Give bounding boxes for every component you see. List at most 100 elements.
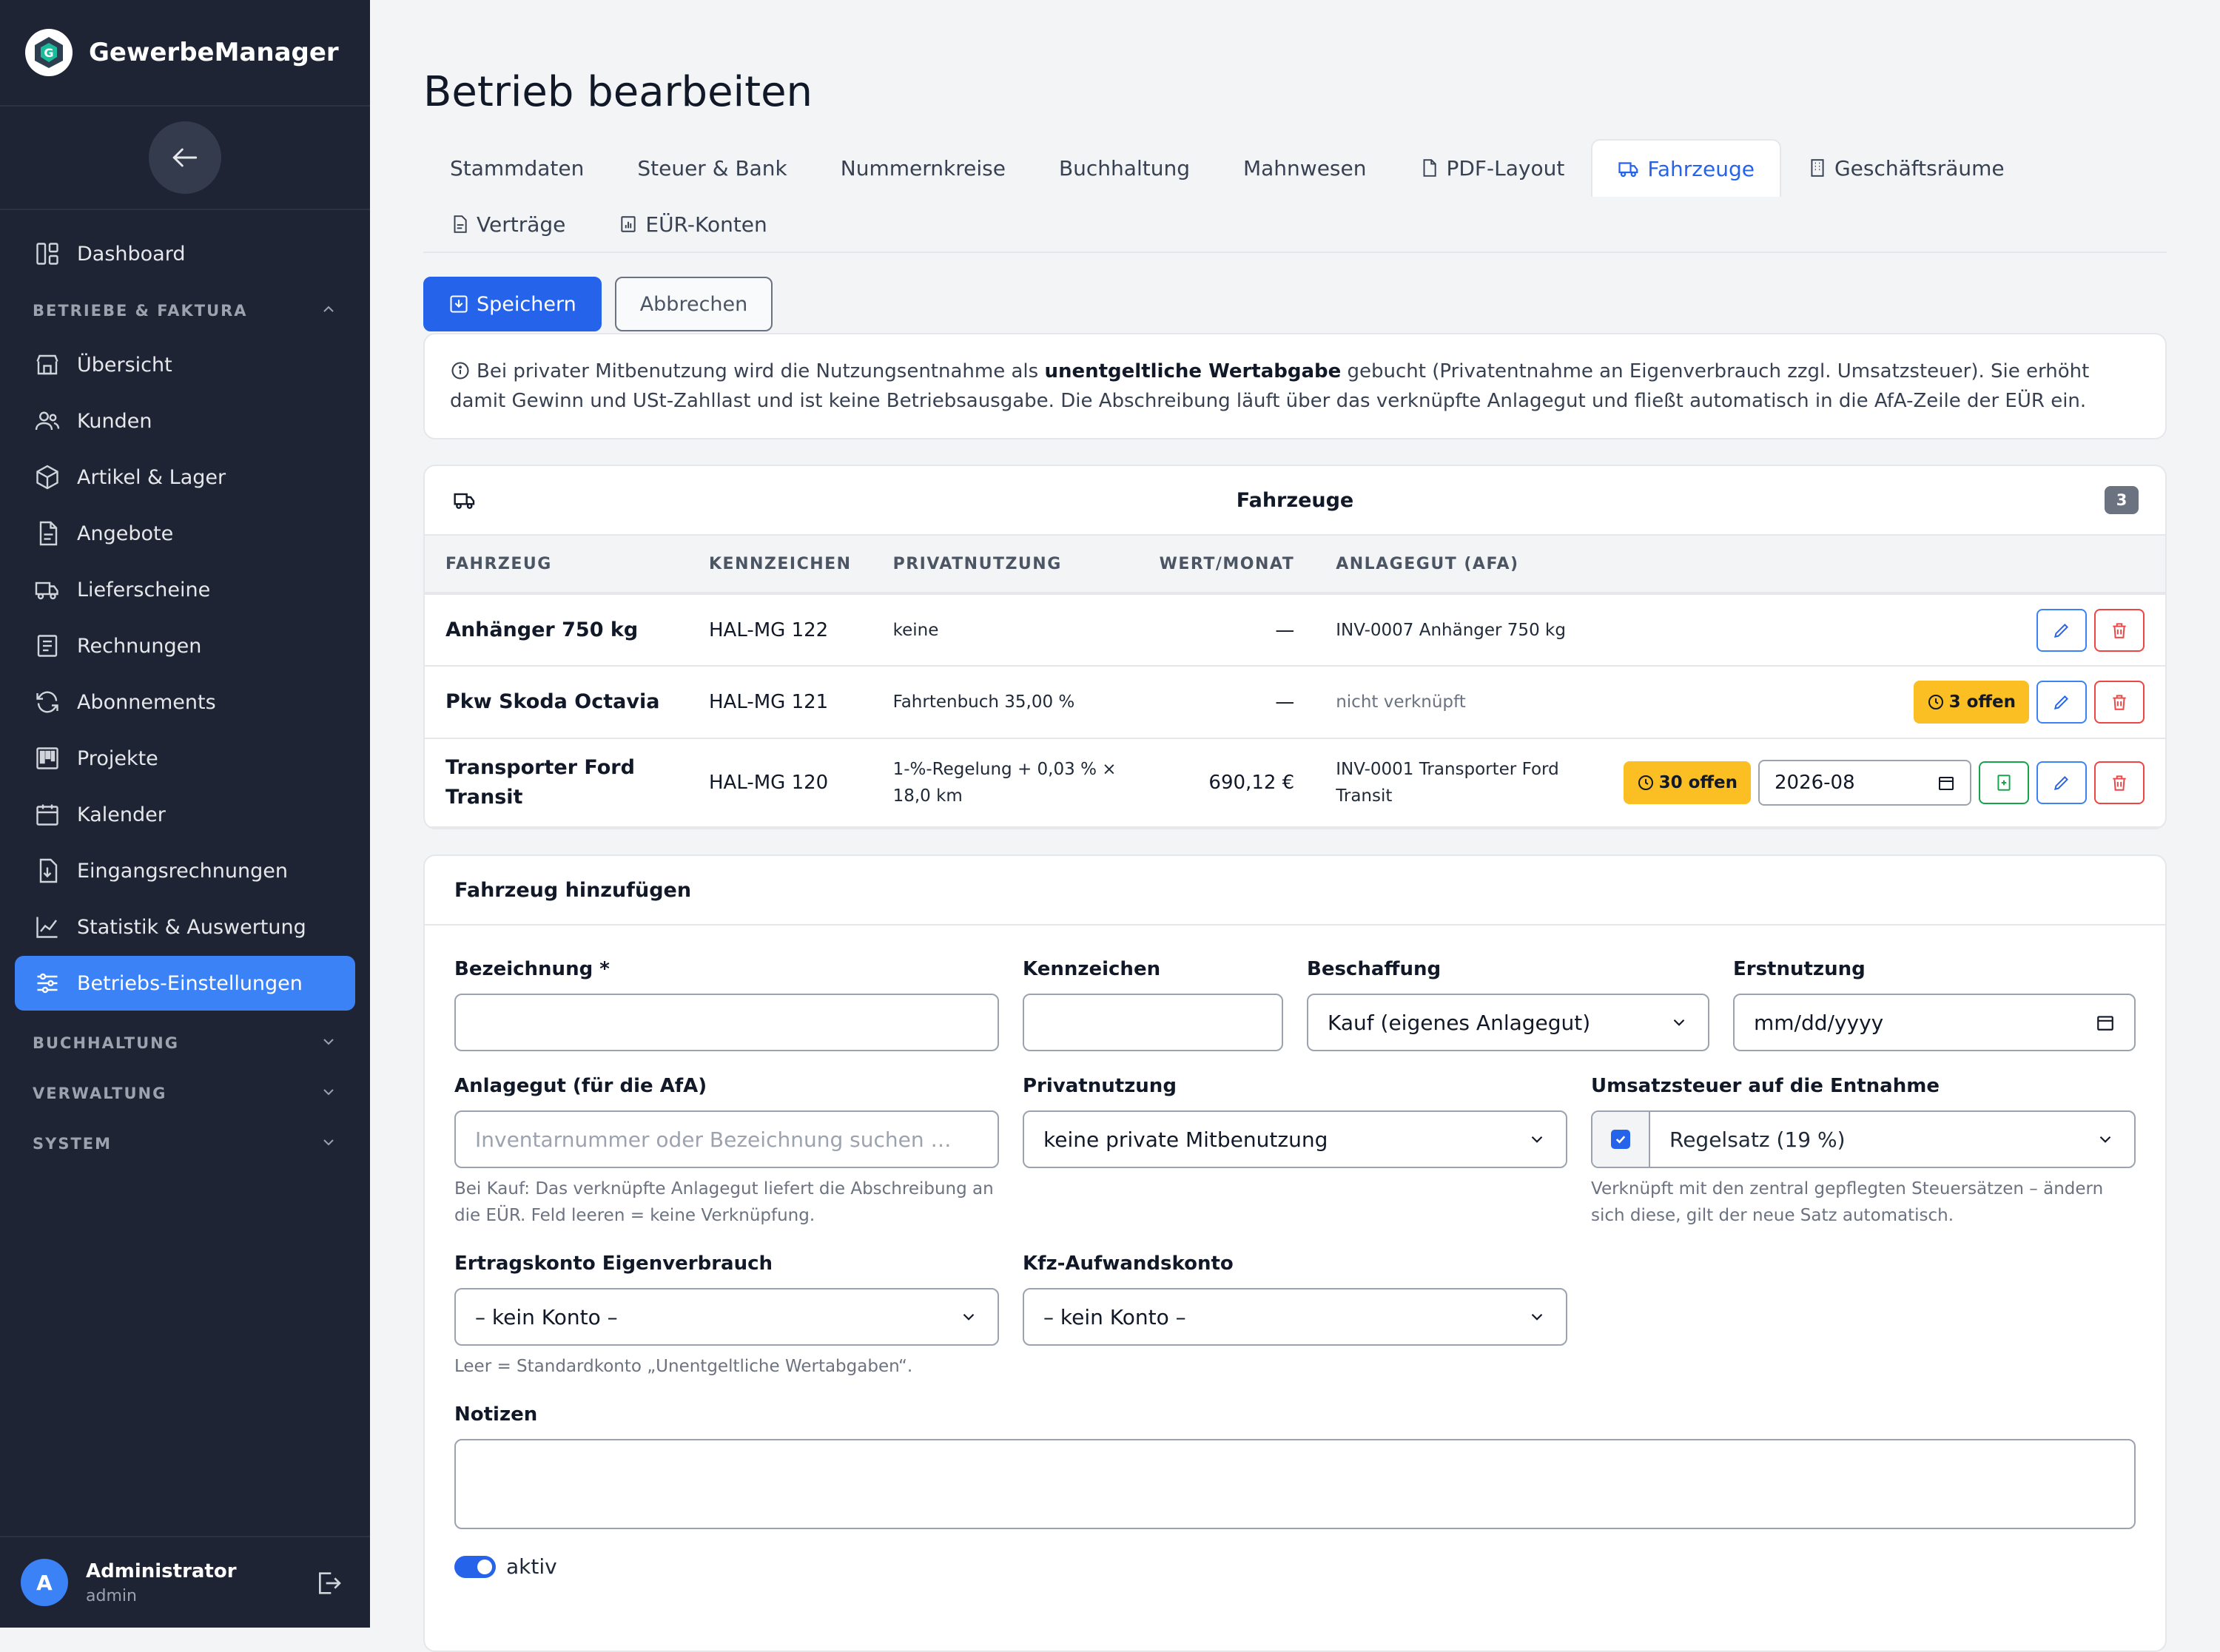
sidebar-item-artikel-lager[interactable]: Artikel & Lager [15, 450, 355, 505]
sidebar-item-rechnungen[interactable]: Rechnungen [15, 618, 355, 673]
sidebar-item-betriebs-einstellungen[interactable]: Betriebs-Einstellungen [15, 956, 355, 1011]
inbox-document-icon [33, 856, 62, 886]
store-icon [33, 350, 62, 380]
month-input[interactable]: 2026-08 [1758, 760, 1971, 806]
nav-section-system[interactable]: SYSTEM [0, 1119, 370, 1169]
kennzeichen-input[interactable] [1023, 994, 1283, 1051]
ertragskonto-select[interactable]: – kein Konto – [454, 1288, 999, 1346]
ust-label: Umsatzsteuer auf die Entnahme [1591, 1075, 1940, 1097]
sidebar-item-kalender[interactable]: Kalender [15, 787, 355, 842]
tab-eur-konten[interactable]: EÜR-Konten [592, 195, 793, 252]
vehicles-title: Fahrzeuge [1236, 488, 1354, 512]
info-icon [451, 362, 469, 380]
open-items-badge[interactable]: 3 offen [1913, 681, 2029, 724]
sidebar-item-eingangsrechnungen[interactable]: Eingangsrechnungen [15, 843, 355, 898]
edit-button[interactable] [2036, 761, 2087, 804]
report-icon [621, 216, 636, 232]
form-actions: Speichern Abbrechen [423, 277, 2167, 331]
sidebar-item-label: Kunden [77, 409, 152, 433]
bezeichnung-label: Bezeichnung * [454, 958, 610, 980]
sidebar-item-kunden[interactable]: Kunden [15, 394, 355, 448]
kfz-aufwandskonto-label: Kfz-Aufwandskonto [1023, 1253, 1234, 1275]
open-items-badge[interactable]: 30 offen [1623, 761, 1751, 804]
logout-icon[interactable] [314, 1568, 343, 1601]
notizen-textarea[interactable] [454, 1439, 2136, 1529]
dashboard-icon [33, 239, 62, 269]
ertragskonto-help: Leer = Standardkonto „Unentgeltliche Wer… [454, 1357, 913, 1376]
collapse-sidebar-button[interactable] [149, 121, 221, 194]
edit-button[interactable] [2036, 608, 2087, 652]
bezeichnung-input[interactable] [454, 994, 999, 1051]
add-entry-button[interactable] [1979, 761, 2029, 804]
kfz-aufwandskonto-select[interactable]: – kein Konto – [1023, 1288, 1567, 1346]
tab-steuer-bank[interactable]: Steuer & Bank [610, 139, 813, 195]
trash-icon [2113, 622, 2126, 638]
sidebar-item-uebersicht[interactable]: Übersicht [15, 337, 355, 392]
vehicle-value: — [1138, 666, 1316, 739]
privatnutzung-select[interactable]: keine private Mitbenutzung [1023, 1110, 1567, 1168]
nav-section-buchhaltung[interactable]: BUCHHALTUNG [0, 1018, 370, 1068]
nav-section-betriebe[interactable]: BETRIEBE & FAKTURA [0, 286, 370, 336]
calendar-icon [1939, 777, 1954, 790]
tab-mahnwesen[interactable]: Mahnwesen [1217, 139, 1393, 195]
anlagegut-label: Anlagegut (für die AfA) [454, 1075, 707, 1097]
chevron-down-icon [1673, 1019, 1685, 1026]
sidebar-item-label: Rechnungen [77, 634, 202, 658]
tab-geschaeftsraeume[interactable]: Geschäftsräume [1781, 139, 2031, 195]
tab-vertraege[interactable]: Verträge [423, 195, 592, 252]
trash-icon [2113, 695, 2126, 710]
table-row: Anhänger 750 kg HAL-MG 122 keine — INV-0… [425, 593, 2165, 667]
vehicle-private-use: keine [872, 593, 1139, 667]
delete-button[interactable] [2094, 681, 2145, 724]
beschaffung-select[interactable]: Kauf (eigenes Anlagegut) [1307, 994, 1709, 1051]
vehicles-count-badge: 3 [2105, 486, 2139, 514]
calendar-icon [33, 800, 62, 829]
chevron-down-icon [320, 1133, 337, 1155]
sidebar-item-label: Betriebs-Einstellungen [77, 971, 303, 995]
tab-stammdaten[interactable]: Stammdaten [423, 139, 610, 195]
sidebar-item-label: Lieferscheine [77, 578, 211, 601]
sidebar-item-label: Statistik & Auswertung [77, 915, 306, 939]
sidebar-item-projekte[interactable]: Projekte [15, 731, 355, 786]
anlagegut-search-input[interactable]: Inventarnummer oder Bezeichnung suchen … [454, 1110, 999, 1168]
tab-fahrzeuge[interactable]: Fahrzeuge [1591, 139, 1781, 197]
ust-select[interactable]: Regelsatz (19 %) [1650, 1112, 2134, 1167]
chevron-up-icon [320, 300, 337, 322]
form-title: Fahrzeug hinzufügen [425, 856, 2165, 926]
erstnutzung-date-input[interactable]: mm/dd/yyyy [1733, 994, 2136, 1051]
sidebar-item-lieferscheine[interactable]: Lieferscheine [15, 562, 355, 617]
edit-button[interactable] [2036, 681, 2087, 724]
tab-nummernkreise[interactable]: Nummernkreise [814, 139, 1032, 195]
vehicle-name: Pkw Skoda Octavia [425, 666, 688, 739]
vehicle-asset: nicht verknüpft [1315, 666, 1597, 739]
sidebar-item-abonnements[interactable]: Abonnements [15, 675, 355, 729]
anlagegut-help: Bei Kauf: Das verknüpfte Anlagegut liefe… [454, 1179, 994, 1225]
delete-button[interactable] [2094, 761, 2145, 804]
vehicle-name: Transporter Ford Transit [425, 738, 688, 828]
vehicles-table: FAHRZEUG KENNZEICHEN PRIVATNUTZUNG WERT/… [425, 536, 2165, 828]
erstnutzung-label: Erstnutzung [1733, 958, 1866, 980]
tab-bar: Stammdaten Steuer & Bank Nummernkreise B… [423, 139, 2167, 253]
sidebar-item-statistik[interactable]: Statistik & Auswertung [15, 900, 355, 954]
tab-buchhaltung[interactable]: Buchhaltung [1032, 139, 1217, 195]
sidebar-item-label: Artikel & Lager [77, 465, 226, 489]
refresh-icon [33, 687, 62, 717]
column-header: WERT/MONAT [1138, 536, 1316, 595]
save-icon [450, 295, 468, 313]
tab-pdf-layout[interactable]: PDF-Layout [1393, 139, 1591, 195]
nav-section-verwaltung[interactable]: VERWALTUNG [0, 1068, 370, 1119]
vehicle-name: Anhänger 750 kg [425, 593, 688, 667]
sidebar-item-dashboard[interactable]: Dashboard [15, 226, 355, 281]
aktiv-toggle[interactable] [454, 1555, 496, 1578]
vehicle-value: 690,12 € [1138, 738, 1316, 828]
sidebar: G GewerbeManager Dashboard BETRIEBE & FA… [0, 0, 370, 1628]
save-button[interactable]: Speichern [423, 277, 602, 331]
cancel-button[interactable]: Abbrechen [614, 277, 773, 331]
main-content: Betrieb bearbeiten Stammdaten Steuer & B… [423, 0, 2167, 1652]
sidebar-item-label: Angebote [77, 522, 174, 545]
sidebar-item-angebote[interactable]: Angebote [15, 506, 355, 561]
calendar-icon [2097, 1016, 2113, 1031]
ust-checkbox[interactable] [1611, 1130, 1630, 1149]
delete-button[interactable] [2094, 608, 2145, 652]
vehicle-asset: INV-0001 Transporter Ford Transit [1315, 738, 1597, 828]
